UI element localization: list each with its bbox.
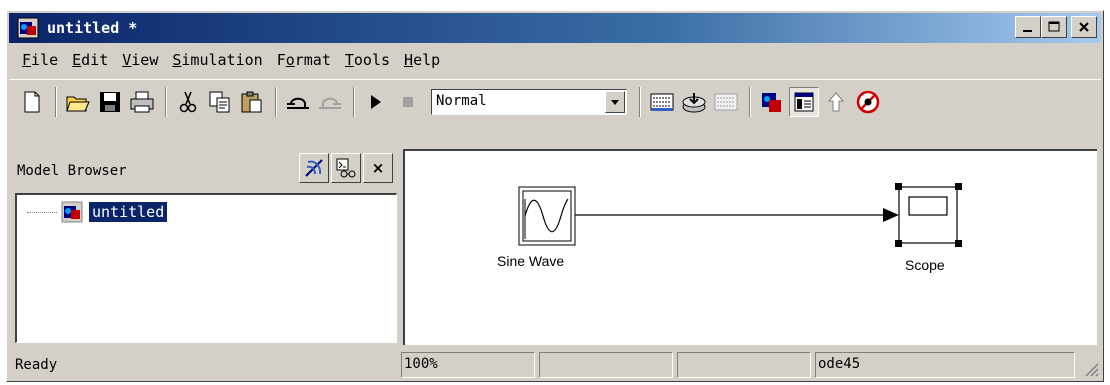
menu-edit[interactable]: Edit xyxy=(65,51,115,69)
print-button[interactable] xyxy=(127,87,157,117)
undo-button[interactable] xyxy=(283,87,313,117)
cut-button[interactable] xyxy=(173,87,203,117)
undo-icon xyxy=(287,97,309,109)
tree-connector xyxy=(27,211,57,213)
simulation-mode-value: Normal xyxy=(436,93,487,109)
save-disk-icon xyxy=(100,92,120,112)
maximize-button[interactable] xyxy=(1041,16,1067,38)
build-disabled-icon xyxy=(714,93,738,111)
selection-handle[interactable] xyxy=(895,183,902,190)
title-bar[interactable]: untitled * xyxy=(9,13,1101,43)
scissors-icon xyxy=(179,91,197,113)
status-cell-empty xyxy=(677,352,811,378)
stop-simulation-button[interactable] xyxy=(393,87,423,117)
model-tree[interactable]: untitled xyxy=(15,193,397,343)
model-browser-icon xyxy=(794,92,814,112)
start-simulation-button[interactable] xyxy=(361,87,391,117)
debug-button[interactable] xyxy=(853,87,883,117)
debug-icon xyxy=(856,90,880,114)
status-bar: Ready 100% ode45 xyxy=(9,351,1101,379)
close-browser-button[interactable]: × xyxy=(363,153,393,183)
redo-button[interactable] xyxy=(315,87,345,117)
status-ready-text: Ready xyxy=(15,357,58,373)
minimize-button[interactable] xyxy=(1015,16,1041,38)
show-library-links-button[interactable] xyxy=(299,153,329,183)
toolbar-separator xyxy=(353,87,355,117)
play-icon xyxy=(371,95,381,109)
simulink-window: untitled * File Edit View Simulation For… xyxy=(6,10,1104,382)
minimize-icon xyxy=(1023,30,1032,32)
update-diagram-icon xyxy=(682,93,706,113)
paste-icon xyxy=(241,91,262,113)
stop-icon xyxy=(403,97,413,107)
maximize-icon xyxy=(1048,21,1060,32)
tree-item-untitled[interactable]: untitled xyxy=(27,201,168,223)
toolbar-separator xyxy=(749,87,751,117)
close-icon: × xyxy=(371,159,385,177)
toolbar-separator xyxy=(639,87,641,117)
menu-tools[interactable]: Tools xyxy=(338,51,397,69)
go-to-parent-button[interactable] xyxy=(821,87,851,117)
new-model-button[interactable] xyxy=(17,87,47,117)
status-solver: ode45 xyxy=(815,352,1075,378)
build-model-button[interactable] xyxy=(647,87,677,117)
update-diagram-button[interactable] xyxy=(679,87,709,117)
look-under-masks-icon xyxy=(336,158,356,178)
model-browser-pane: Model Browser × untitled xyxy=(9,149,399,345)
new-file-icon xyxy=(24,91,40,113)
close-icon xyxy=(1079,22,1089,32)
scope-block[interactable] xyxy=(895,183,962,247)
library-links-icon xyxy=(305,159,323,177)
selection-handle[interactable] xyxy=(955,240,962,247)
tree-item-label: untitled xyxy=(89,202,168,222)
model-browser-header: Model Browser × xyxy=(9,149,399,193)
menu-view[interactable]: View xyxy=(115,51,165,69)
sine-wave-label[interactable]: Sine Wave xyxy=(497,253,564,269)
menu-file[interactable]: File xyxy=(15,51,65,69)
paste-button[interactable] xyxy=(237,87,267,117)
model-canvas[interactable]: Sine Wave Scope xyxy=(403,149,1097,345)
build-icon xyxy=(650,93,674,111)
up-arrow-icon xyxy=(827,92,845,112)
toolbar-separator xyxy=(55,87,57,117)
toolbar-separator xyxy=(275,87,277,117)
menu-bar: File Edit View Simulation Format Tools H… xyxy=(9,45,1101,75)
library-browser-icon xyxy=(762,93,781,112)
selection-handle[interactable] xyxy=(895,240,902,247)
chevron-down-icon[interactable] xyxy=(605,91,625,113)
copy-button[interactable] xyxy=(205,87,235,117)
status-zoom: 100% xyxy=(401,352,535,378)
model-browser-title: Model Browser xyxy=(17,163,127,179)
menu-help[interactable]: Help xyxy=(397,51,447,69)
redo-icon xyxy=(319,97,341,109)
open-button[interactable] xyxy=(63,87,93,117)
scope-label[interactable]: Scope xyxy=(905,257,945,273)
open-folder-icon xyxy=(66,96,90,112)
toolbar-separator xyxy=(165,87,167,117)
simulation-mode-select[interactable]: Normal xyxy=(431,89,627,115)
printer-icon xyxy=(130,91,154,113)
toolbar: Normal xyxy=(9,79,1101,124)
menu-simulation[interactable]: Simulation xyxy=(165,51,269,69)
incremental-build-button[interactable] xyxy=(711,87,741,117)
model-browser-toggle-button[interactable] xyxy=(789,87,819,117)
selection-handle[interactable] xyxy=(955,183,962,190)
block-diagram xyxy=(518,183,962,247)
save-button[interactable] xyxy=(95,87,125,117)
simulink-model-icon xyxy=(61,201,83,223)
library-browser-button[interactable] xyxy=(757,87,787,117)
status-cell-empty xyxy=(539,352,673,378)
signal-line[interactable] xyxy=(575,208,899,222)
window-title: untitled * xyxy=(47,19,138,37)
copy-icon xyxy=(209,91,230,113)
menu-format[interactable]: Format xyxy=(270,51,338,69)
close-button[interactable] xyxy=(1071,16,1097,38)
simulink-model-icon xyxy=(17,17,39,39)
sine-wave-block[interactable] xyxy=(518,186,576,246)
look-under-masks-button[interactable] xyxy=(331,153,361,183)
resize-grip-icon[interactable] xyxy=(1081,359,1099,377)
